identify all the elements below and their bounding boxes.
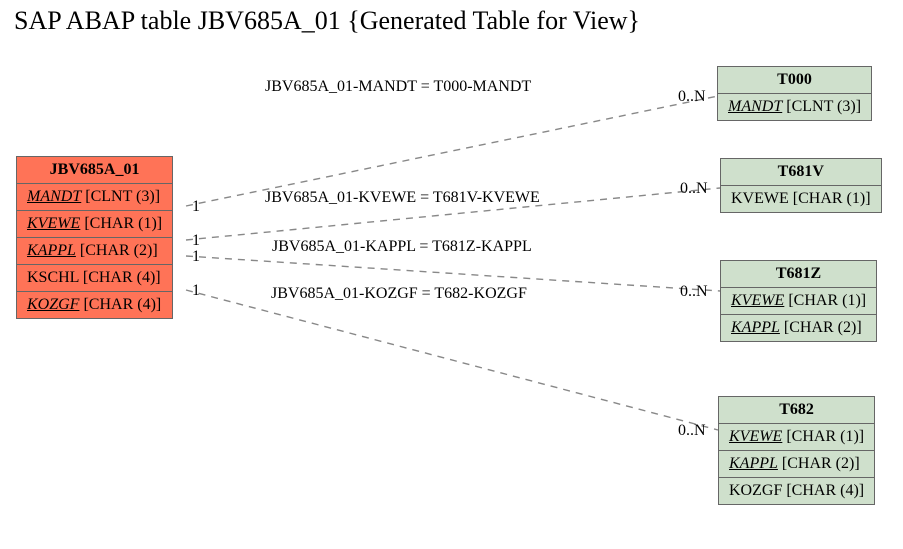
cardinality-right: 0..N: [680, 180, 708, 198]
cardinality-right: 0..N: [678, 422, 706, 440]
field-fk-name: KAPPL: [27, 242, 76, 259]
entity-field: KVEWE [CHAR (1)]: [721, 186, 881, 212]
entity-field: KOZGF [CHAR (4)]: [17, 292, 172, 318]
cardinality-left: 1: [192, 282, 200, 300]
entity-field: KVEWE [CHAR (1)]: [721, 288, 876, 315]
entity-field: KVEWE [CHAR (1)]: [17, 211, 172, 238]
relation-label: JBV685A_01-KVEWE = T681V-KVEWE: [265, 189, 540, 207]
field-fk-name: MANDT: [728, 98, 782, 115]
entity-field: KVEWE [CHAR (1)]: [719, 424, 874, 451]
entity-related-T681V: T681VKVEWE [CHAR (1)]: [720, 158, 882, 213]
entity-header: T681V: [721, 159, 881, 186]
field-fk-name: KVEWE: [729, 428, 782, 445]
field-fk-name: KVEWE: [27, 215, 80, 232]
field-fk-name: KAPPL: [731, 319, 780, 336]
entity-header: JBV685A_01: [17, 157, 172, 184]
entity-main: JBV685A_01MANDT [CLNT (3)]KVEWE [CHAR (1…: [16, 156, 173, 319]
entity-field: KAPPL [CHAR (2)]: [719, 451, 874, 478]
entity-header: T681Z: [721, 261, 876, 288]
entity-field: KSCHL [CHAR (4)]: [17, 265, 172, 292]
field-fk-name: MANDT: [27, 188, 81, 205]
relation-label: JBV685A_01-MANDT = T000-MANDT: [265, 78, 531, 96]
field-fk-name: KAPPL: [729, 455, 778, 472]
entity-field: KAPPL [CHAR (2)]: [721, 315, 876, 341]
relation-line: [186, 290, 718, 430]
entity-related-T682: T682KVEWE [CHAR (1)]KAPPL [CHAR (2)]KOZG…: [718, 396, 875, 505]
entity-related-T000: T000MANDT [CLNT (3)]: [717, 66, 872, 121]
entity-header: T682: [719, 397, 874, 424]
entity-field: MANDT [CLNT (3)]: [718, 94, 871, 120]
cardinality-left: 1: [192, 198, 200, 216]
entity-field: KOZGF [CHAR (4)]: [719, 478, 874, 504]
entity-related-T681Z: T681ZKVEWE [CHAR (1)]KAPPL [CHAR (2)]: [720, 260, 877, 342]
entity-header: T000: [718, 67, 871, 94]
entity-field: MANDT [CLNT (3)]: [17, 184, 172, 211]
field-fk-name: KVEWE: [731, 292, 784, 309]
relation-label: JBV685A_01-KAPPL = T681Z-KAPPL: [272, 238, 532, 256]
relation-label: JBV685A_01-KOZGF = T682-KOZGF: [271, 285, 527, 303]
entity-field: KAPPL [CHAR (2)]: [17, 238, 172, 265]
cardinality-right: 0..N: [680, 283, 708, 301]
cardinality-left: 1: [192, 248, 200, 266]
diagram-title: SAP ABAP table JBV685A_01 {Generated Tab…: [14, 6, 640, 36]
field-fk-name: KOZGF: [27, 296, 79, 313]
cardinality-right: 0..N: [678, 88, 706, 106]
